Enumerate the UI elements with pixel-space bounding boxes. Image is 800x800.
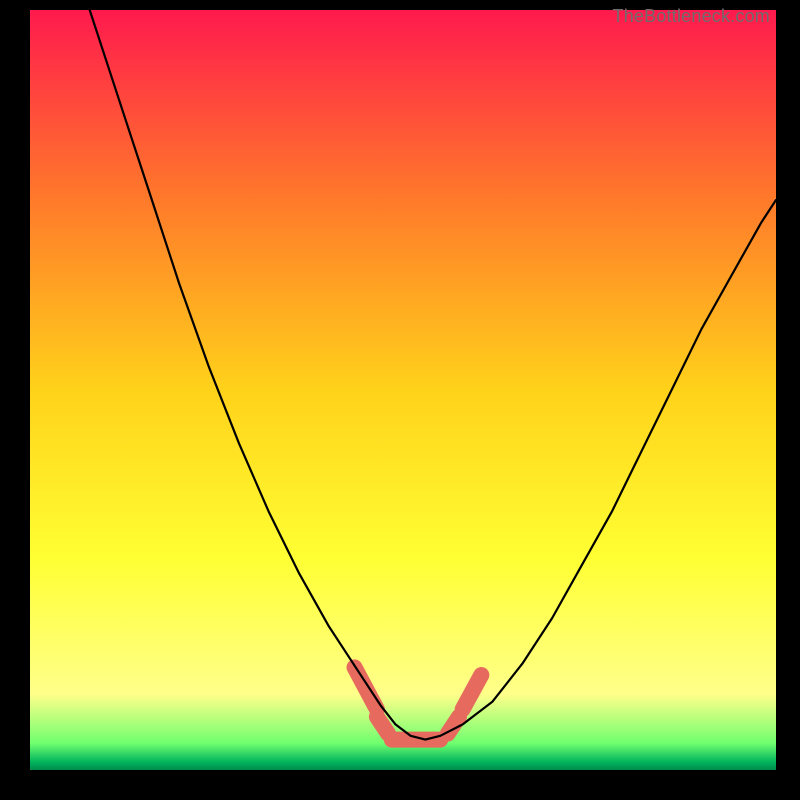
chart-svg <box>30 10 776 770</box>
watermark-label: TheBottleneck.com <box>613 6 770 27</box>
marker-segment <box>377 717 388 734</box>
chart-plot-area <box>30 10 776 770</box>
chart-frame: TheBottleneck.com <box>0 0 800 800</box>
chart-background <box>30 10 776 770</box>
